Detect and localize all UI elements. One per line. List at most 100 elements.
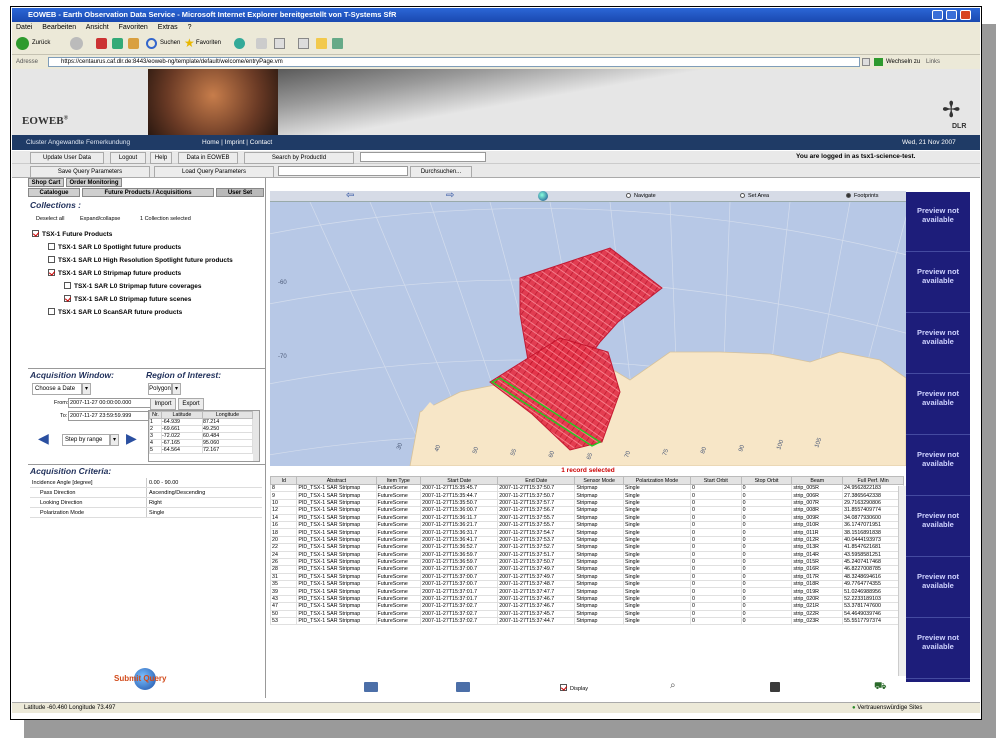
address-input[interactable]: https://centaurus.caf.dlr.de:8443/eoweb-… [48,57,860,67]
search-icon[interactable] [146,38,157,49]
preview-tile[interactable]: Preview not available [906,375,970,435]
table-row[interactable]: 35 PID_TSX-1 SAR Stripmap FutureScene 2007-… [270,580,904,589]
criteria-row[interactable]: Incidence Angle [degree] 0.00 - 90.00 [30,478,262,488]
table-row[interactable]: 26 PID_TSX-1 SAR Stripmap FutureScene 2007-… [270,557,904,567]
table-row[interactable]: 50 PID_TSX-1 SAR Stripmap FutureScene 2007-… [270,609,904,619]
roi-row[interactable]: 1 -64.939 87.214 [149,418,254,426]
menu-datei[interactable]: Datei [16,24,32,31]
import-icon[interactable] [456,682,470,692]
chevron-down-icon[interactable]: ▾ [110,434,119,446]
table-row[interactable]: 20 PID_TSX-1 SAR Stripmap FutureScene 2007-… [270,535,904,545]
column-header[interactable]: Id [270,476,298,485]
menu-extras[interactable]: Extras [158,24,178,31]
table-row[interactable]: 24 PID_TSX-1 SAR Stripmap FutureScene 2007-… [270,550,904,559]
collection-stripmap[interactable]: TSX-1 SAR L0 Stripmap future products [48,269,181,277]
column-header[interactable]: Sensor Mode [574,476,624,485]
roi-row[interactable]: 5 -64.564 72.167 [149,446,254,454]
step-back-icon[interactable]: ◀ [38,430,49,447]
export-button[interactable]: Export [178,398,204,410]
polygon-select[interactable]: Polygon [148,383,172,395]
table-row[interactable]: 8 PID_TSX-1 SAR Stripmap FutureScene 2007-1… [270,483,904,493]
checkbox[interactable] [48,243,55,250]
roi-row[interactable]: 3 -72.022 60.484 [149,432,254,440]
menu-favoriten[interactable]: Favoriten [119,24,148,31]
menu-bearbeiten[interactable]: Bearbeiten [42,24,76,31]
data-in-eoweb-button[interactable]: Data in EOWEB [178,152,238,164]
results-scrollbar[interactable] [898,486,906,676]
display-checkbox[interactable]: Display [560,684,588,692]
table-row[interactable]: 43 PID_TSX-1 SAR Stripmap FutureScene 2007-… [270,594,904,604]
search-label[interactable]: Suchen [160,40,180,46]
collection-spotlight[interactable]: TSX-1 SAR L0 Spotlight future products [48,243,181,251]
links-label[interactable]: Links [926,55,940,69]
stop-icon[interactable] [96,38,107,49]
productid-input[interactable] [360,152,486,162]
preview-tile[interactable]: Preview not available [906,619,970,679]
submit-query-button[interactable]: Submit Query [114,674,166,683]
menu-ansicht[interactable]: Ansicht [86,24,109,31]
expand-collapse-link[interactable]: Expand/collapse [80,216,120,222]
zoom-icon[interactable]: ⌕ [670,680,676,691]
table-row[interactable]: 47 PID_TSX-1 SAR Stripmap FutureScene 2007-… [270,602,904,611]
column-header[interactable]: Start Date [420,476,499,485]
arrow-right-icon[interactable]: ⇨ [446,190,454,201]
collection-scansar[interactable]: TSX-1 SAR L0 ScanSAR future products [48,308,182,316]
criteria-row[interactable]: Pass Direction Ascending/Descending [30,488,262,498]
column-header[interactable]: Abstract [296,476,377,485]
criteria-row[interactable]: Polarization Mode Single [30,508,262,518]
criteria-value[interactable]: 0.00 - 90.00 [146,478,260,487]
preview-tile[interactable]: Preview not available [906,253,970,313]
forward-icon[interactable] [70,37,83,50]
globe-icon[interactable] [538,191,548,201]
folder-icon[interactable] [316,38,327,49]
minimize-icon[interactable] [932,10,943,20]
back-icon[interactable] [16,37,29,50]
chevron-down-icon[interactable]: ▾ [172,383,181,395]
checkbox[interactable] [32,230,39,237]
load-query-button[interactable]: Load Query Parameters [154,166,274,178]
update-user-button[interactable]: Update User Data [30,152,104,164]
column-header[interactable]: Full Perf. Min [842,476,904,485]
checkbox[interactable] [48,256,55,263]
table-row[interactable]: 28 PID_TSX-1 SAR Stripmap FutureScene 2007-… [270,565,904,574]
column-header[interactable]: Start Orbit [689,476,742,485]
deselect-all-link[interactable]: Deselect all [36,216,64,222]
table-row[interactable]: 39 PID_TSX-1 SAR Stripmap FutureScene 2007-… [270,587,904,596]
criteria-value[interactable]: Ascending/Descending [146,488,260,497]
checkbox[interactable] [64,282,71,289]
table-row[interactable]: 31 PID_TSX-1 SAR Stripmap FutureScene 2007-… [270,572,904,582]
footprints-option[interactable]: Footprints [846,193,878,199]
import-button[interactable]: Import [150,398,176,410]
preview-tile[interactable]: Preview not available [906,497,970,557]
back-label[interactable]: Zurück [32,40,50,46]
maximize-icon[interactable] [946,10,957,20]
preview-tile[interactable]: Preview not available [906,436,970,496]
save-query-button[interactable]: Save Query Parameters [30,166,150,178]
checkbox[interactable] [48,269,55,276]
go-label[interactable]: Wechseln zu [886,55,920,69]
collection-hr-spotlight[interactable]: TSX-1 SAR L0 High Resolution Spotlight f… [48,256,233,264]
checkbox[interactable] [48,308,55,315]
step-by-range-select[interactable]: Step by range [62,434,110,446]
column-header[interactable]: End Date [497,476,576,485]
logout-button[interactable]: Logout [110,152,146,164]
cart-icon[interactable]: ⛟ [874,681,887,694]
help-button[interactable]: Help [150,152,172,164]
navigate-option[interactable]: Navigate [626,193,656,199]
chevron-down-icon[interactable]: ▾ [82,383,91,395]
messenger-icon[interactable] [332,38,343,49]
dropdown-icon[interactable] [862,58,870,66]
table-row[interactable]: 9 PID_TSX-1 SAR Stripmap FutureScene 2007-1… [270,491,904,500]
refresh-icon[interactable] [112,38,123,49]
browse-button[interactable]: Durchsuchen... [410,166,472,178]
nav-links[interactable]: Home | Imprint | Contact [202,135,272,150]
tab-future-products[interactable]: Future Products / Acquisitions [82,188,214,197]
set-area-option[interactable]: Set Area [740,193,769,199]
search-by-productid-button[interactable]: Search by ProductId [244,152,354,164]
table-row[interactable]: 14 PID_TSX-1 SAR Stripmap FutureScene 2007-… [270,513,904,522]
print-icon[interactable] [274,38,285,49]
history-icon[interactable] [234,38,245,49]
collection-tsx1-future[interactable]: TSX-1 Future Products [32,230,112,238]
close-icon[interactable] [960,10,971,20]
table-row[interactable]: 53 PID_TSX-1 SAR Stripmap FutureScene 2007-… [270,617,904,626]
